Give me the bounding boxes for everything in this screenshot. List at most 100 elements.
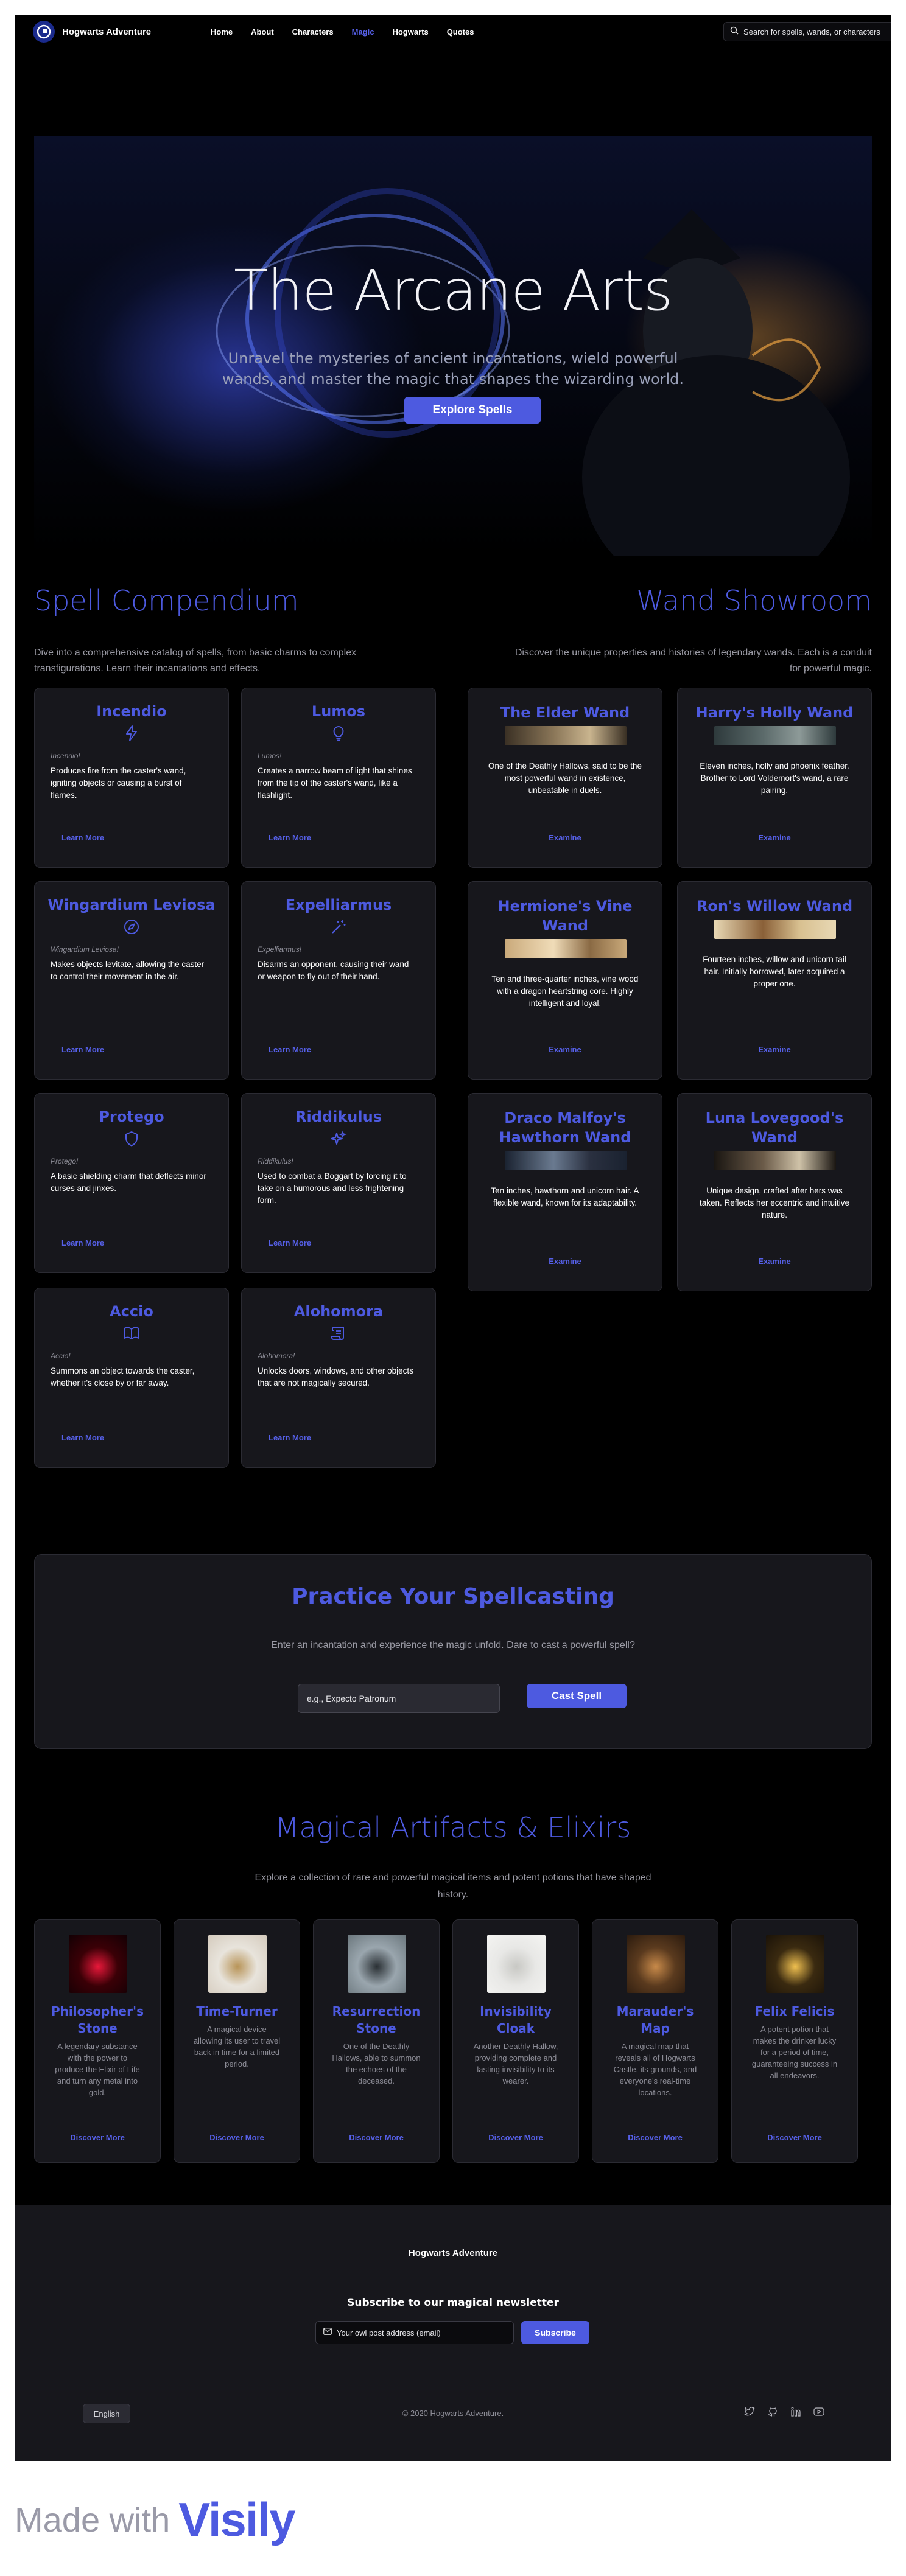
- wand-card: Harry's Holly Wand Eleven inches, holly a…: [677, 688, 872, 868]
- artifact-name-line: Map: [641, 2021, 670, 2036]
- spell-incantation: Lumos!: [258, 752, 282, 760]
- wand-image: [714, 726, 836, 745]
- linkedin-icon[interactable]: [789, 2405, 802, 2418]
- footer-brand[interactable]: Hogwarts Adventure: [15, 2248, 891, 2258]
- artifact-card: Resurrection Stone One of the Deathly Hallo…: [313, 1919, 440, 2163]
- made-with-badge[interactable]: Made with Visily: [15, 2483, 296, 2556]
- learn-more-link[interactable]: Learn More: [269, 833, 311, 842]
- artifacts-desc-line: history.: [437, 1890, 469, 1900]
- spell-incantation: Riddikulus!: [258, 1157, 293, 1165]
- spell-compendium-title: Spell Compendium: [34, 584, 299, 617]
- wand-showroom-desc-line: Discover the unique properties and histo…: [514, 647, 872, 658]
- spell-description-line: Used to combat a Boggart by forcing it t…: [258, 1171, 407, 1181]
- discover-more-link[interactable]: Discover More: [732, 2133, 857, 2142]
- brand[interactable]: Hogwarts Adventure: [33, 21, 151, 43]
- learn-more-link[interactable]: Learn More: [269, 1045, 311, 1054]
- nav-link-hogwarts[interactable]: Hogwarts: [392, 27, 428, 37]
- examine-link[interactable]: Examine: [678, 1257, 871, 1266]
- wand-description-line: Ten and three-quarter inches, vine wood: [491, 974, 639, 983]
- spell-card: Expelliarmus Expelliarmus! Disarms an oppo…: [241, 881, 436, 1080]
- nav-link-about[interactable]: About: [251, 27, 274, 37]
- spell-description-line: Disarms an opponent, causing their wand: [258, 960, 409, 969]
- wand-showroom-desc: Discover the unique properties and histo…: [458, 645, 872, 677]
- magic-wand-icon: [330, 918, 347, 935]
- spell-card: Protego Protego! A basic shielding charm t…: [34, 1093, 229, 1273]
- wand-description-line: unbeatable in duels.: [528, 786, 602, 795]
- practice-desc: Enter an incantation and experience the …: [271, 1640, 635, 1650]
- hero-banner: The Arcane Arts Unravel the mysteries of…: [34, 136, 872, 556]
- explore-spells-button[interactable]: Explore Spells: [404, 397, 541, 424]
- wand-description: Fourteen inches, willow and unicorn tail…: [694, 954, 855, 990]
- artifact-description-line: lasting invisibility to its: [477, 2065, 555, 2074]
- search-icon: [730, 26, 739, 38]
- spell-name: Wingardium Leviosa: [47, 896, 216, 913]
- learn-more-link[interactable]: Learn More: [61, 1238, 104, 1248]
- spell-incantation: Alohomora!: [258, 1352, 295, 1360]
- subscribe-button[interactable]: Subscribe: [521, 2321, 589, 2344]
- discover-more-link[interactable]: Discover More: [174, 2133, 300, 2142]
- top-nav: Hogwarts Adventure Home About Characters…: [15, 15, 891, 49]
- spell-description: A basic shielding charm that deflects mi…: [51, 1170, 212, 1195]
- newsletter-email-input[interactable]: [337, 2328, 507, 2337]
- discover-more-link[interactable]: Discover More: [314, 2133, 439, 2142]
- artifact-description-line: A legendary substance: [57, 2042, 138, 2051]
- wand-image: [505, 726, 627, 745]
- learn-more-link[interactable]: Learn More: [61, 1433, 104, 1442]
- github-icon[interactable]: [766, 2405, 779, 2418]
- spell-description-line: flames.: [51, 791, 77, 800]
- discover-more-link[interactable]: Discover More: [35, 2133, 160, 2142]
- artifact-name-line: Stone: [356, 2021, 396, 2036]
- sparkles-icon: [330, 1130, 347, 1147]
- wand-card: Luna Lovegood's Wand Unique design, crafte…: [677, 1093, 872, 1291]
- artifact-name: Resurrection Stone: [320, 2003, 433, 2037]
- examine-link[interactable]: Examine: [468, 833, 662, 842]
- hero-subtitle: Unravel the mysteries of ancient incanta…: [34, 348, 872, 389]
- artifact-description: A magical device allowing its user to tra…: [189, 2023, 285, 2070]
- examine-link[interactable]: Examine: [468, 1045, 662, 1054]
- learn-more-link[interactable]: Learn More: [61, 1045, 104, 1054]
- artifacts-title: Magical Artifacts & Elixirs: [275, 1811, 631, 1844]
- visily-logo: Visily: [178, 2492, 295, 2546]
- wand-description-line: most powerful wand in existence,: [504, 773, 626, 783]
- artifact-description-line: locations.: [638, 2088, 672, 2097]
- nav-link-home[interactable]: Home: [211, 27, 233, 37]
- spell-description-line: igniting objects or causing a burst of: [51, 778, 182, 787]
- nav-link-magic[interactable]: Magic: [352, 27, 374, 37]
- spell-card: Riddikulus Riddikulus! Used to combat a Bo…: [241, 1093, 436, 1273]
- spell-description-line: Produces fire from the caster's wand,: [51, 766, 186, 775]
- nav-link-characters[interactable]: Characters: [292, 27, 334, 37]
- nav-link-quotes[interactable]: Quotes: [447, 27, 474, 37]
- spell-description-line: form.: [258, 1196, 276, 1205]
- wand-description: Eleven inches, holly and phoenix feather…: [694, 760, 855, 797]
- artifacts-desc: Explore a collection of rare and powerfu…: [222, 1869, 684, 1904]
- youtube-icon[interactable]: [812, 2405, 826, 2418]
- artifact-card: Time-Turner A magical device allowing its …: [174, 1919, 300, 2163]
- wand-name-line: Wand: [751, 1129, 798, 1146]
- examine-link[interactable]: Examine: [678, 1045, 871, 1054]
- search-input[interactable]: [743, 27, 891, 37]
- artifact-description-line: gold.: [88, 2088, 107, 2097]
- search-box: [723, 22, 891, 41]
- wand-description-line: Eleven inches, holly and phoenix feather…: [700, 761, 849, 770]
- spell-name: Expelliarmus: [285, 896, 392, 913]
- examine-link[interactable]: Examine: [468, 1257, 662, 1266]
- spell-card: Incendio Incendio! Produces fire from the …: [34, 688, 229, 868]
- spell-card: Wingardium Leviosa Wingardium Leviosa! Mak…: [34, 881, 229, 1080]
- examine-link[interactable]: Examine: [678, 833, 871, 842]
- spell-card: Lumos Lumos! Creates a narrow beam of ligh…: [241, 688, 436, 868]
- artifact-card: Marauder's Map A magical map that reveals a…: [592, 1919, 718, 2163]
- learn-more-link[interactable]: Learn More: [269, 1238, 311, 1248]
- twitter-icon[interactable]: [743, 2405, 756, 2418]
- spell-description: Creates a narrow beam of light that shin…: [258, 765, 420, 801]
- spell-compendium-desc-line: transfigurations. Learn their incantatio…: [34, 663, 261, 674]
- discover-more-link[interactable]: Discover More: [453, 2133, 578, 2142]
- spell-name: Riddikulus: [295, 1108, 382, 1125]
- artifact-card: Felix Felicis A potent potion that makes t…: [731, 1919, 858, 2163]
- cast-spell-button[interactable]: Cast Spell: [527, 1684, 627, 1708]
- wand-description-line: Unique design, crafted after hers was: [706, 1186, 843, 1195]
- discover-more-link[interactable]: Discover More: [592, 2133, 718, 2142]
- learn-more-link[interactable]: Learn More: [61, 833, 104, 842]
- spell-description-line: Creates a narrow beam of light that shin…: [258, 766, 412, 775]
- learn-more-link[interactable]: Learn More: [269, 1433, 311, 1442]
- incantation-input[interactable]: [298, 1684, 500, 1713]
